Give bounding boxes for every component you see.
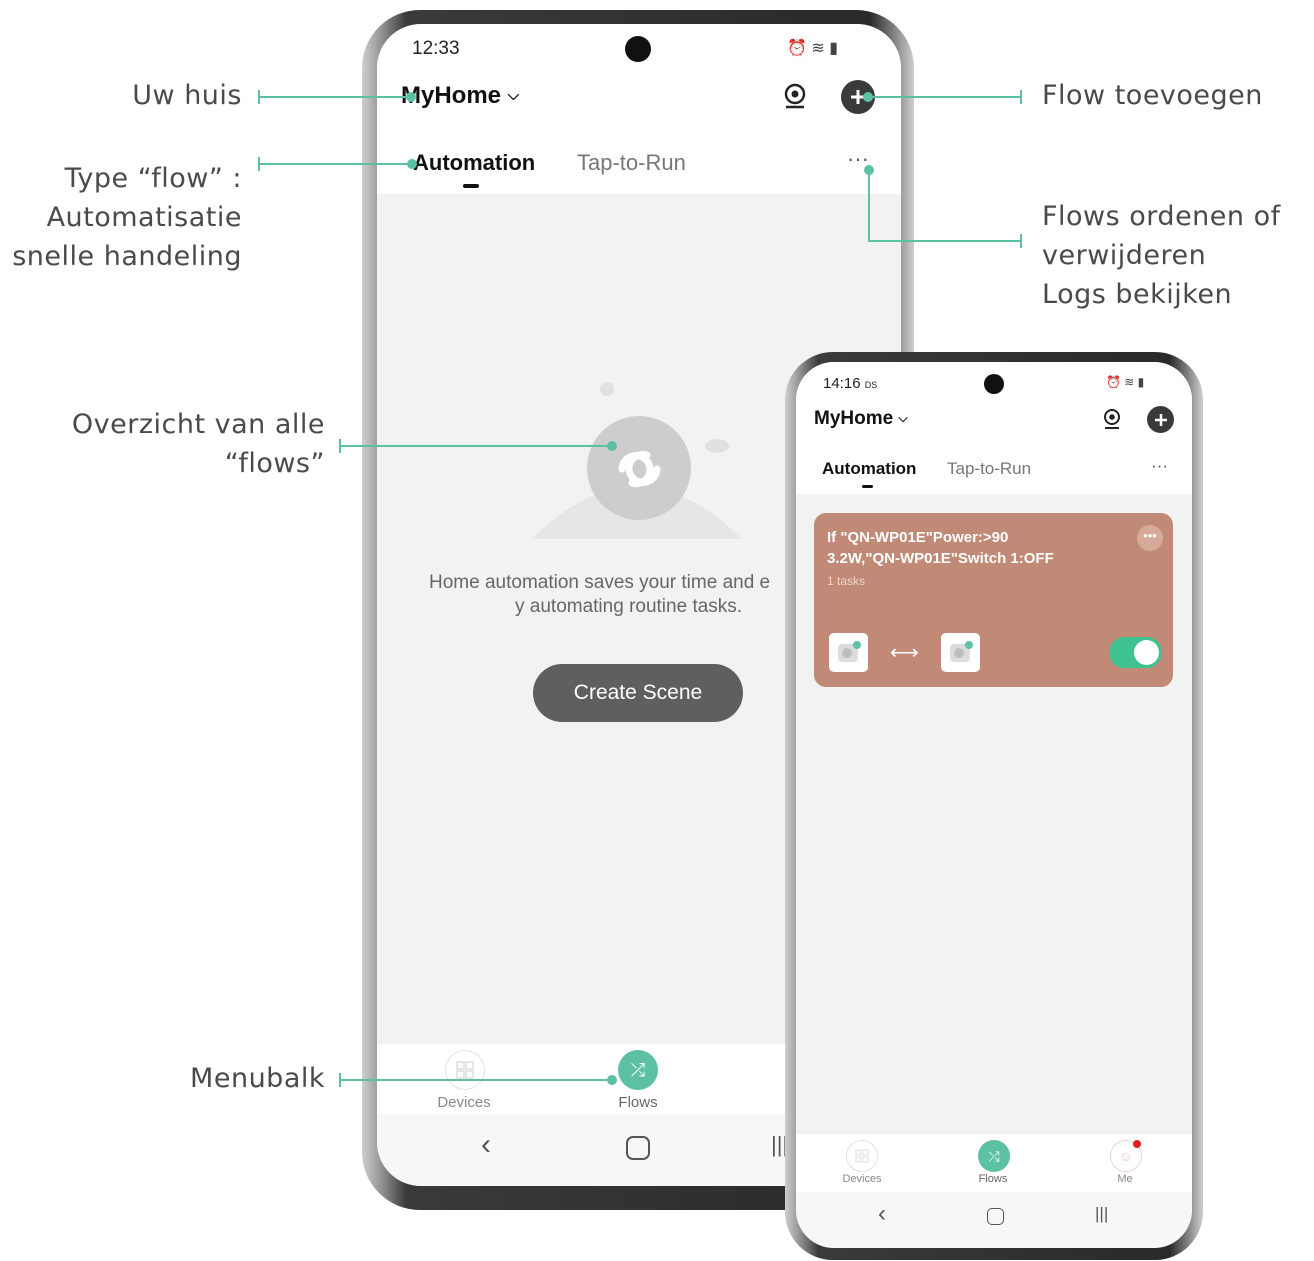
plug-icon: [829, 633, 868, 672]
scene-illustration: [527, 374, 747, 544]
nav-me-label: Me: [1117, 1173, 1133, 1185]
home-name: MyHome: [401, 82, 502, 109]
chevron-down-icon: ⌵: [507, 87, 520, 104]
connector-tick: [1020, 234, 1022, 248]
phone-right-screen: 14:16 DS ⏰ ≋ ▮ MyHome ⌵ Automation Tap-t…: [796, 362, 1192, 1248]
more-icon[interactable]: ···: [1151, 456, 1168, 476]
flows-icon[interactable]: ⤮: [978, 1140, 1010, 1172]
tab-indicator: [463, 184, 479, 188]
chevron-down-icon: ⌵: [898, 411, 908, 425]
create-scene-label: Create Scene: [573, 681, 703, 704]
empty-text-line2: y automating routine tasks.: [515, 596, 743, 617]
tab-indicator: [862, 485, 873, 488]
connector-flow-toevoegen: [868, 96, 1022, 98]
scan-icon[interactable]: [781, 82, 809, 110]
label-overzicht: Overzicht van alle “flows”: [40, 405, 325, 483]
scan-icon[interactable]: [1101, 408, 1123, 430]
label-overzicht-line1: Overzicht van alle: [71, 409, 325, 440]
connector-uw-huis: [258, 96, 410, 98]
connector-dot: [406, 92, 416, 102]
nav-devices-label: Devices: [437, 1094, 491, 1111]
flow-card[interactable]: If "QN-WP01E"Power:>90 3.2W,"QN-WP01E"Sw…: [814, 513, 1173, 687]
flows-icon[interactable]: ⤮: [618, 1050, 658, 1090]
connector-tick: [1020, 90, 1022, 104]
toggle-knob: [1134, 640, 1159, 665]
flow-card-tasks: 1 tasks: [827, 574, 866, 588]
nav-flows-label: Flows: [618, 1094, 658, 1111]
connector-flows-ordenen-vertical: [868, 170, 870, 242]
arrow-icon: ⟷: [890, 642, 919, 664]
nav-devices-label: Devices: [842, 1173, 882, 1185]
tab-tap-to-run[interactable]: Tap-to-Run: [947, 459, 1031, 479]
status-icons: ⏰ ≋ ▮: [787, 40, 839, 57]
label-flow-toevoegen: Flow toevoegen: [1042, 80, 1263, 111]
label-type-flow-line3: snelle handeling: [12, 241, 242, 272]
tab-tap-to-run[interactable]: Tap-to-Run: [577, 150, 686, 176]
connector-overzicht: [339, 445, 611, 447]
card-more-icon[interactable]: •••: [1137, 525, 1163, 551]
flow-toggle[interactable]: [1109, 637, 1162, 668]
front-camera: [625, 36, 651, 62]
status-time: 12:33: [412, 38, 460, 59]
back-icon[interactable]: ‹: [481, 1128, 491, 1162]
create-scene-button[interactable]: Create Scene: [533, 664, 743, 722]
front-camera: [984, 374, 1004, 394]
status-time: 14:16 DS: [823, 375, 878, 392]
devices-icon[interactable]: [445, 1050, 485, 1090]
notification-dot: [1133, 1140, 1141, 1148]
back-icon[interactable]: ‹: [878, 1200, 886, 1228]
label-type-flow-line2: Automatisatie: [46, 202, 242, 233]
label-flows-ordenen-line1: Flows ordenen of: [1042, 201, 1281, 232]
label-type-flow: Type “flow” : Automatisatie snelle hande…: [0, 159, 242, 276]
devices-icon[interactable]: [846, 1140, 878, 1172]
home-icon[interactable]: [987, 1208, 1004, 1225]
home-selector[interactable]: MyHome ⌵: [814, 408, 908, 430]
tab-automation[interactable]: Automation: [822, 459, 916, 479]
label-uw-huis: Uw huis: [132, 80, 242, 111]
connector-dot: [607, 441, 617, 451]
connector-dot: [607, 1075, 617, 1085]
plug-icon: [941, 633, 980, 672]
connector-dot: [407, 159, 417, 169]
flow-card-title-line2: 3.2W,"QN-WP01E"Switch 1:OFF: [827, 550, 1054, 567]
connector-menubalk: [339, 1079, 611, 1081]
home-icon[interactable]: [626, 1136, 650, 1160]
add-icon[interactable]: [1147, 406, 1174, 433]
nav-flows-label: Flows: [978, 1173, 1008, 1185]
label-flows-ordenen-line3: Logs bekijken: [1042, 279, 1233, 310]
recents-icon[interactable]: |||: [1095, 1204, 1108, 1224]
home-selector[interactable]: MyHome ⌵: [401, 82, 519, 110]
label-flows-ordenen: Flows ordenen of verwijderen Logs bekijk…: [1042, 197, 1312, 314]
label-type-flow-line1: Type “flow” :: [64, 163, 242, 194]
flow-card-title-line1: If "QN-WP01E"Power:>90: [827, 529, 1009, 546]
status-icons: ⏰ ≋ ▮: [1106, 375, 1145, 389]
label-menubalk: Menubalk: [190, 1063, 325, 1094]
home-name: MyHome: [814, 408, 894, 429]
label-overzicht-line2: “flows”: [224, 448, 325, 479]
connector-flows-ordenen: [868, 240, 1022, 242]
connector-type-flow: [258, 163, 412, 165]
label-flows-ordenen-line2: verwijderen: [1042, 240, 1207, 271]
tab-automation[interactable]: Automation: [413, 150, 535, 176]
